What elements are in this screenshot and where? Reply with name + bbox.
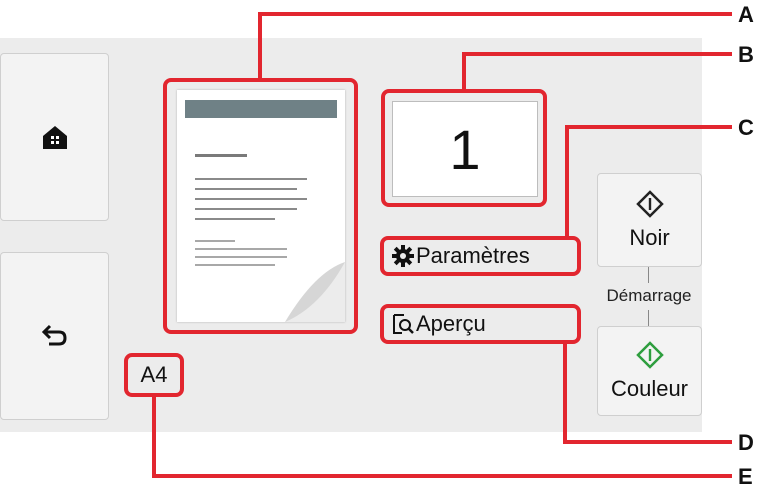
callout-line-a [258,12,732,78]
callout-line-c [565,125,732,236]
callout-lines [152,12,732,478]
callout-line-d [563,344,732,444]
callout-d: D [738,430,754,455]
callout-e: E [738,464,753,489]
callout-c: C [738,115,754,140]
callout-a: A [738,2,754,27]
callout-b: B [738,42,754,67]
callout-line-b [462,52,732,89]
callout-line-e [152,397,732,478]
